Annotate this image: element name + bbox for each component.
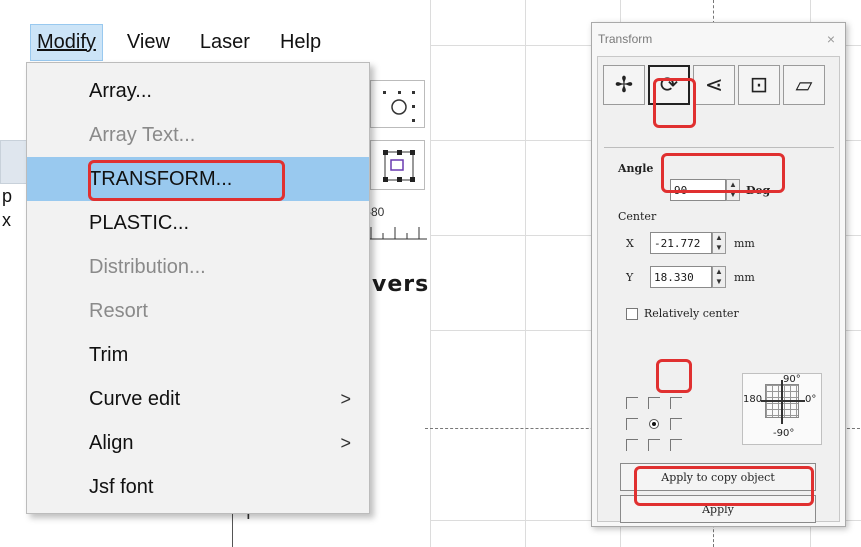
dial-axis: [781, 380, 783, 424]
anchor-top-center[interactable]: [648, 397, 660, 409]
anchor-middle-right[interactable]: [670, 418, 682, 430]
menu-modify[interactable]: Modify: [30, 23, 103, 61]
select-box-icon: [383, 150, 415, 182]
transform-mode-toolbar: ✢ ⟳ ⋖ ⊡ ▱: [603, 65, 825, 105]
left-panel-text: x: [2, 210, 11, 230]
menu-item-trim[interactable]: Trim: [27, 333, 369, 377]
menu-item-label: Jsf font: [89, 475, 154, 498]
anchor-top-left[interactable]: [626, 397, 638, 409]
grid-line: [525, 0, 526, 547]
menu-item-distribution: Distribution...: [27, 245, 369, 289]
dial-label-top: 90°: [783, 374, 801, 385]
tab-move[interactable]: ✢: [603, 65, 645, 105]
x-label: X: [626, 237, 634, 250]
anchor-center-radio[interactable]: [649, 419, 659, 429]
y-unit: mm: [734, 271, 755, 284]
tab-mirror[interactable]: ⋖: [693, 65, 735, 105]
menu-item-label: PLASTIC...: [89, 211, 190, 234]
menu-item-align[interactable]: Align >: [27, 421, 369, 465]
skew-icon: ▱: [795, 72, 813, 97]
menu-view[interactable]: View: [121, 25, 176, 60]
menu-item-plastic[interactable]: PLASTIC...: [27, 201, 369, 245]
canvas-text: vers: [372, 272, 430, 297]
ruler-ticks: [367, 227, 427, 240]
ruler: -80: [367, 205, 427, 245]
menu-item-array[interactable]: Array...: [27, 69, 369, 113]
menu-item-label: Array Text...: [89, 123, 196, 146]
annotation-highlight: [656, 359, 692, 393]
node-tool-icon: [383, 91, 415, 122]
submenu-arrow-icon: >: [340, 388, 351, 409]
menu-item-resort: Resort: [27, 289, 369, 333]
annotation-highlight: [661, 153, 785, 193]
annotation-highlight: [653, 78, 696, 128]
menu-item-label: Curve edit: [89, 387, 181, 410]
anchor-bottom-left[interactable]: [626, 439, 638, 451]
toolbar-button[interactable]: [370, 140, 425, 190]
annotation-highlight: [88, 160, 285, 201]
menu-item-array-text: Array Text...: [27, 113, 369, 157]
menu-item-label: Resort: [89, 299, 148, 322]
menu-item-label: Array...: [89, 79, 152, 102]
window-title: Transform: [598, 32, 653, 46]
y-label: Y: [626, 271, 634, 284]
transform-panel: ✢ ⟳ ⋖ ⊡ ▱ Angle 90 ▲ ▼ Deg Center X -21.7…: [597, 56, 840, 523]
submenu-arrow-icon: >: [340, 432, 351, 453]
transform-window: Transform × ✢ ⟳ ⋖ ⊡ ▱ Angle 90 ▲ ▼ Deg Ce…: [591, 22, 846, 527]
window-titlebar: Transform ×: [592, 23, 845, 55]
dial-label-left: 180: [743, 394, 763, 405]
modify-dropdown: Array... Array Text... TRANSFORM... PLAS…: [26, 62, 370, 514]
anchor-bottom-right[interactable]: [670, 439, 682, 451]
center-label: Center: [618, 210, 657, 223]
close-icon[interactable]: ×: [827, 31, 835, 47]
menu-item-jsf-font[interactable]: Jsf font: [27, 465, 369, 509]
menu-label: Modify: [37, 30, 96, 53]
toolbar-button[interactable]: [370, 80, 425, 128]
center-y-spinner[interactable]: ▲ ▼: [712, 266, 726, 288]
divider: [604, 147, 834, 148]
anchor-bottom-center[interactable]: [648, 439, 660, 451]
center-y-input[interactable]: 18.330: [650, 266, 712, 288]
annotation-highlight: [634, 466, 814, 506]
tab-scale[interactable]: ⊡: [738, 65, 780, 105]
menu-label: Help: [279, 30, 322, 53]
menu-laser[interactable]: Laser: [194, 25, 256, 60]
center-x-input[interactable]: -21.772: [650, 232, 712, 254]
move-icon: ✢: [614, 72, 634, 97]
x-unit: mm: [734, 237, 755, 250]
grid-line: [430, 0, 431, 547]
dial-label-right: 0°: [805, 394, 817, 405]
anchor-top-right[interactable]: [670, 397, 682, 409]
left-panel-text: p: [2, 186, 13, 206]
menu-item-curve-edit[interactable]: Curve edit >: [27, 377, 369, 421]
menu-item-label: Trim: [89, 343, 129, 366]
menu-help[interactable]: Help: [274, 25, 327, 60]
anchor-middle-left[interactable]: [626, 418, 638, 430]
scale-icon: ⊡: [749, 72, 769, 97]
angle-dial[interactable]: 90° 180 0° -90°: [742, 373, 822, 445]
mirror-icon: ⋖: [704, 72, 724, 97]
dial-label-bottom: -90°: [773, 428, 795, 439]
menu-item-label: Distribution...: [89, 255, 206, 278]
relative-center-checkbox[interactable]: [626, 308, 638, 320]
menu-item-label: Align: [89, 431, 134, 454]
menu-label: Laser: [199, 30, 250, 53]
menu-label: View: [126, 30, 170, 53]
relative-center-label: Relatively center: [644, 307, 739, 320]
dial-axis: [761, 400, 805, 402]
center-x-spinner[interactable]: ▲ ▼: [712, 232, 726, 254]
tab-skew[interactable]: ▱: [783, 65, 825, 105]
menu-bar: Modify View Laser Help: [0, 22, 430, 62]
angle-label: Angle: [618, 162, 654, 175]
anchor-point-selector: [626, 397, 684, 453]
